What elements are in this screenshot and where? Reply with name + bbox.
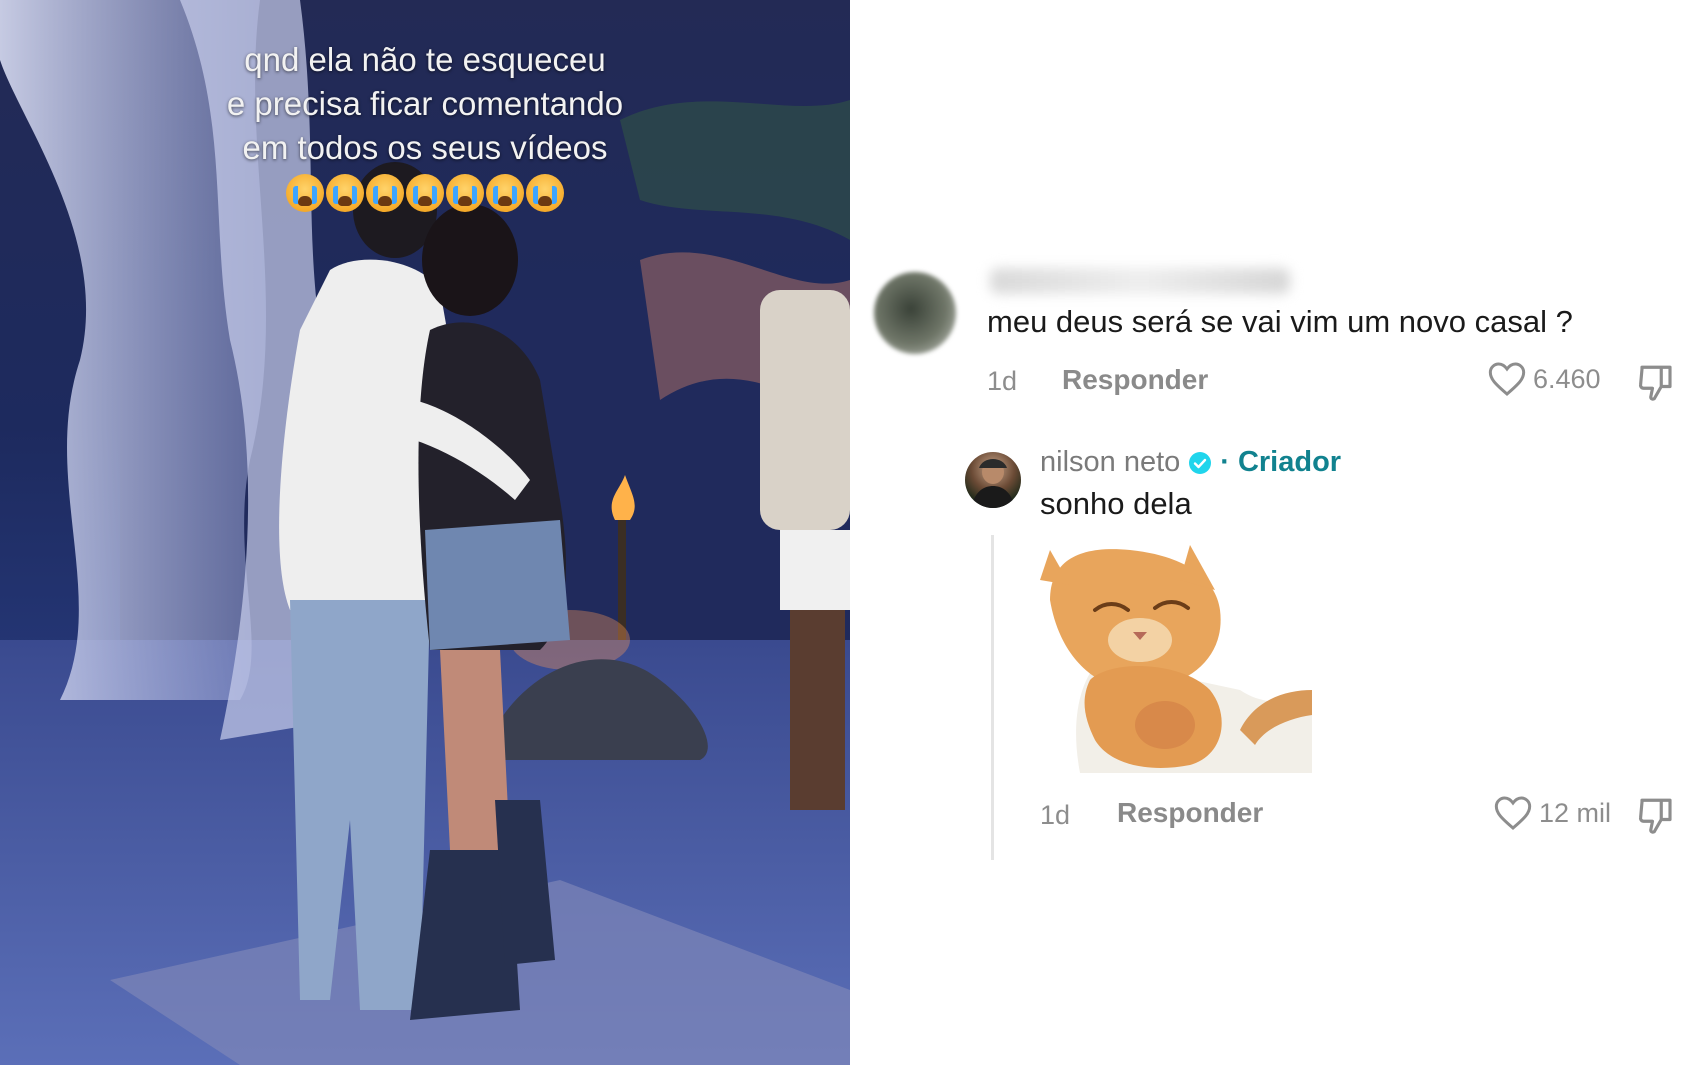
like-button[interactable]: 6.460: [1487, 360, 1601, 398]
comment-age: 1d: [987, 366, 1018, 396]
avatar[interactable]: [874, 272, 956, 354]
creator-badge: Criador: [1237, 446, 1342, 478]
reply-button[interactable]: Responder: [1117, 797, 1263, 829]
reply-age: 1d: [1040, 800, 1071, 830]
video-caption: qnd ela não te esqueceu e precisa ficar …: [0, 38, 850, 212]
crying-face-icon: [366, 174, 404, 212]
comment-author-blurred[interactable]: [990, 268, 1290, 294]
cat-sticker-image: [1040, 540, 1312, 773]
like-count: 12 mil: [1539, 797, 1612, 828]
crying-face-icon: [446, 174, 484, 212]
caption-line-2: e precisa ficar comentando: [226, 85, 624, 122]
like-button[interactable]: 12 mil: [1493, 794, 1611, 832]
emoji-row: [0, 174, 850, 212]
reply-text: sonho dela: [1040, 486, 1192, 521]
reply-button[interactable]: Responder: [1062, 364, 1208, 396]
caption-line-3: em todos os seus vídeos: [242, 129, 608, 166]
dislike-icon[interactable]: [1635, 362, 1677, 404]
crying-face-icon: [326, 174, 364, 212]
reply-header: nilson neto · Criador: [1040, 446, 1341, 479]
crying-face-icon: [526, 174, 564, 212]
thread-line: [991, 535, 994, 860]
video-frame[interactable]: qnd ela não te esqueceu e precisa ficar …: [0, 0, 850, 1065]
role-separator: ·: [1220, 446, 1230, 478]
creator-avatar[interactable]: [965, 452, 1021, 508]
caption-line-1: qnd ela não te esqueceu: [244, 41, 606, 78]
dislike-icon[interactable]: [1635, 795, 1677, 837]
reply-author[interactable]: nilson neto: [1040, 446, 1180, 479]
crying-face-icon: [406, 174, 444, 212]
cat-sticker[interactable]: [1040, 540, 1312, 773]
like-count: 6.460: [1533, 363, 1601, 394]
comment-text: meu deus será se vai vim um novo casal ?: [987, 304, 1573, 339]
heart-icon: [1488, 362, 1526, 396]
crying-face-icon: [486, 174, 524, 212]
comments-panel: meu deus será se vai vim um novo casal ?…: [850, 0, 1700, 1065]
crying-face-icon: [286, 174, 324, 212]
avatar-image: [971, 459, 1015, 508]
verified-icon: [1189, 451, 1212, 474]
heart-icon: [1494, 796, 1532, 830]
